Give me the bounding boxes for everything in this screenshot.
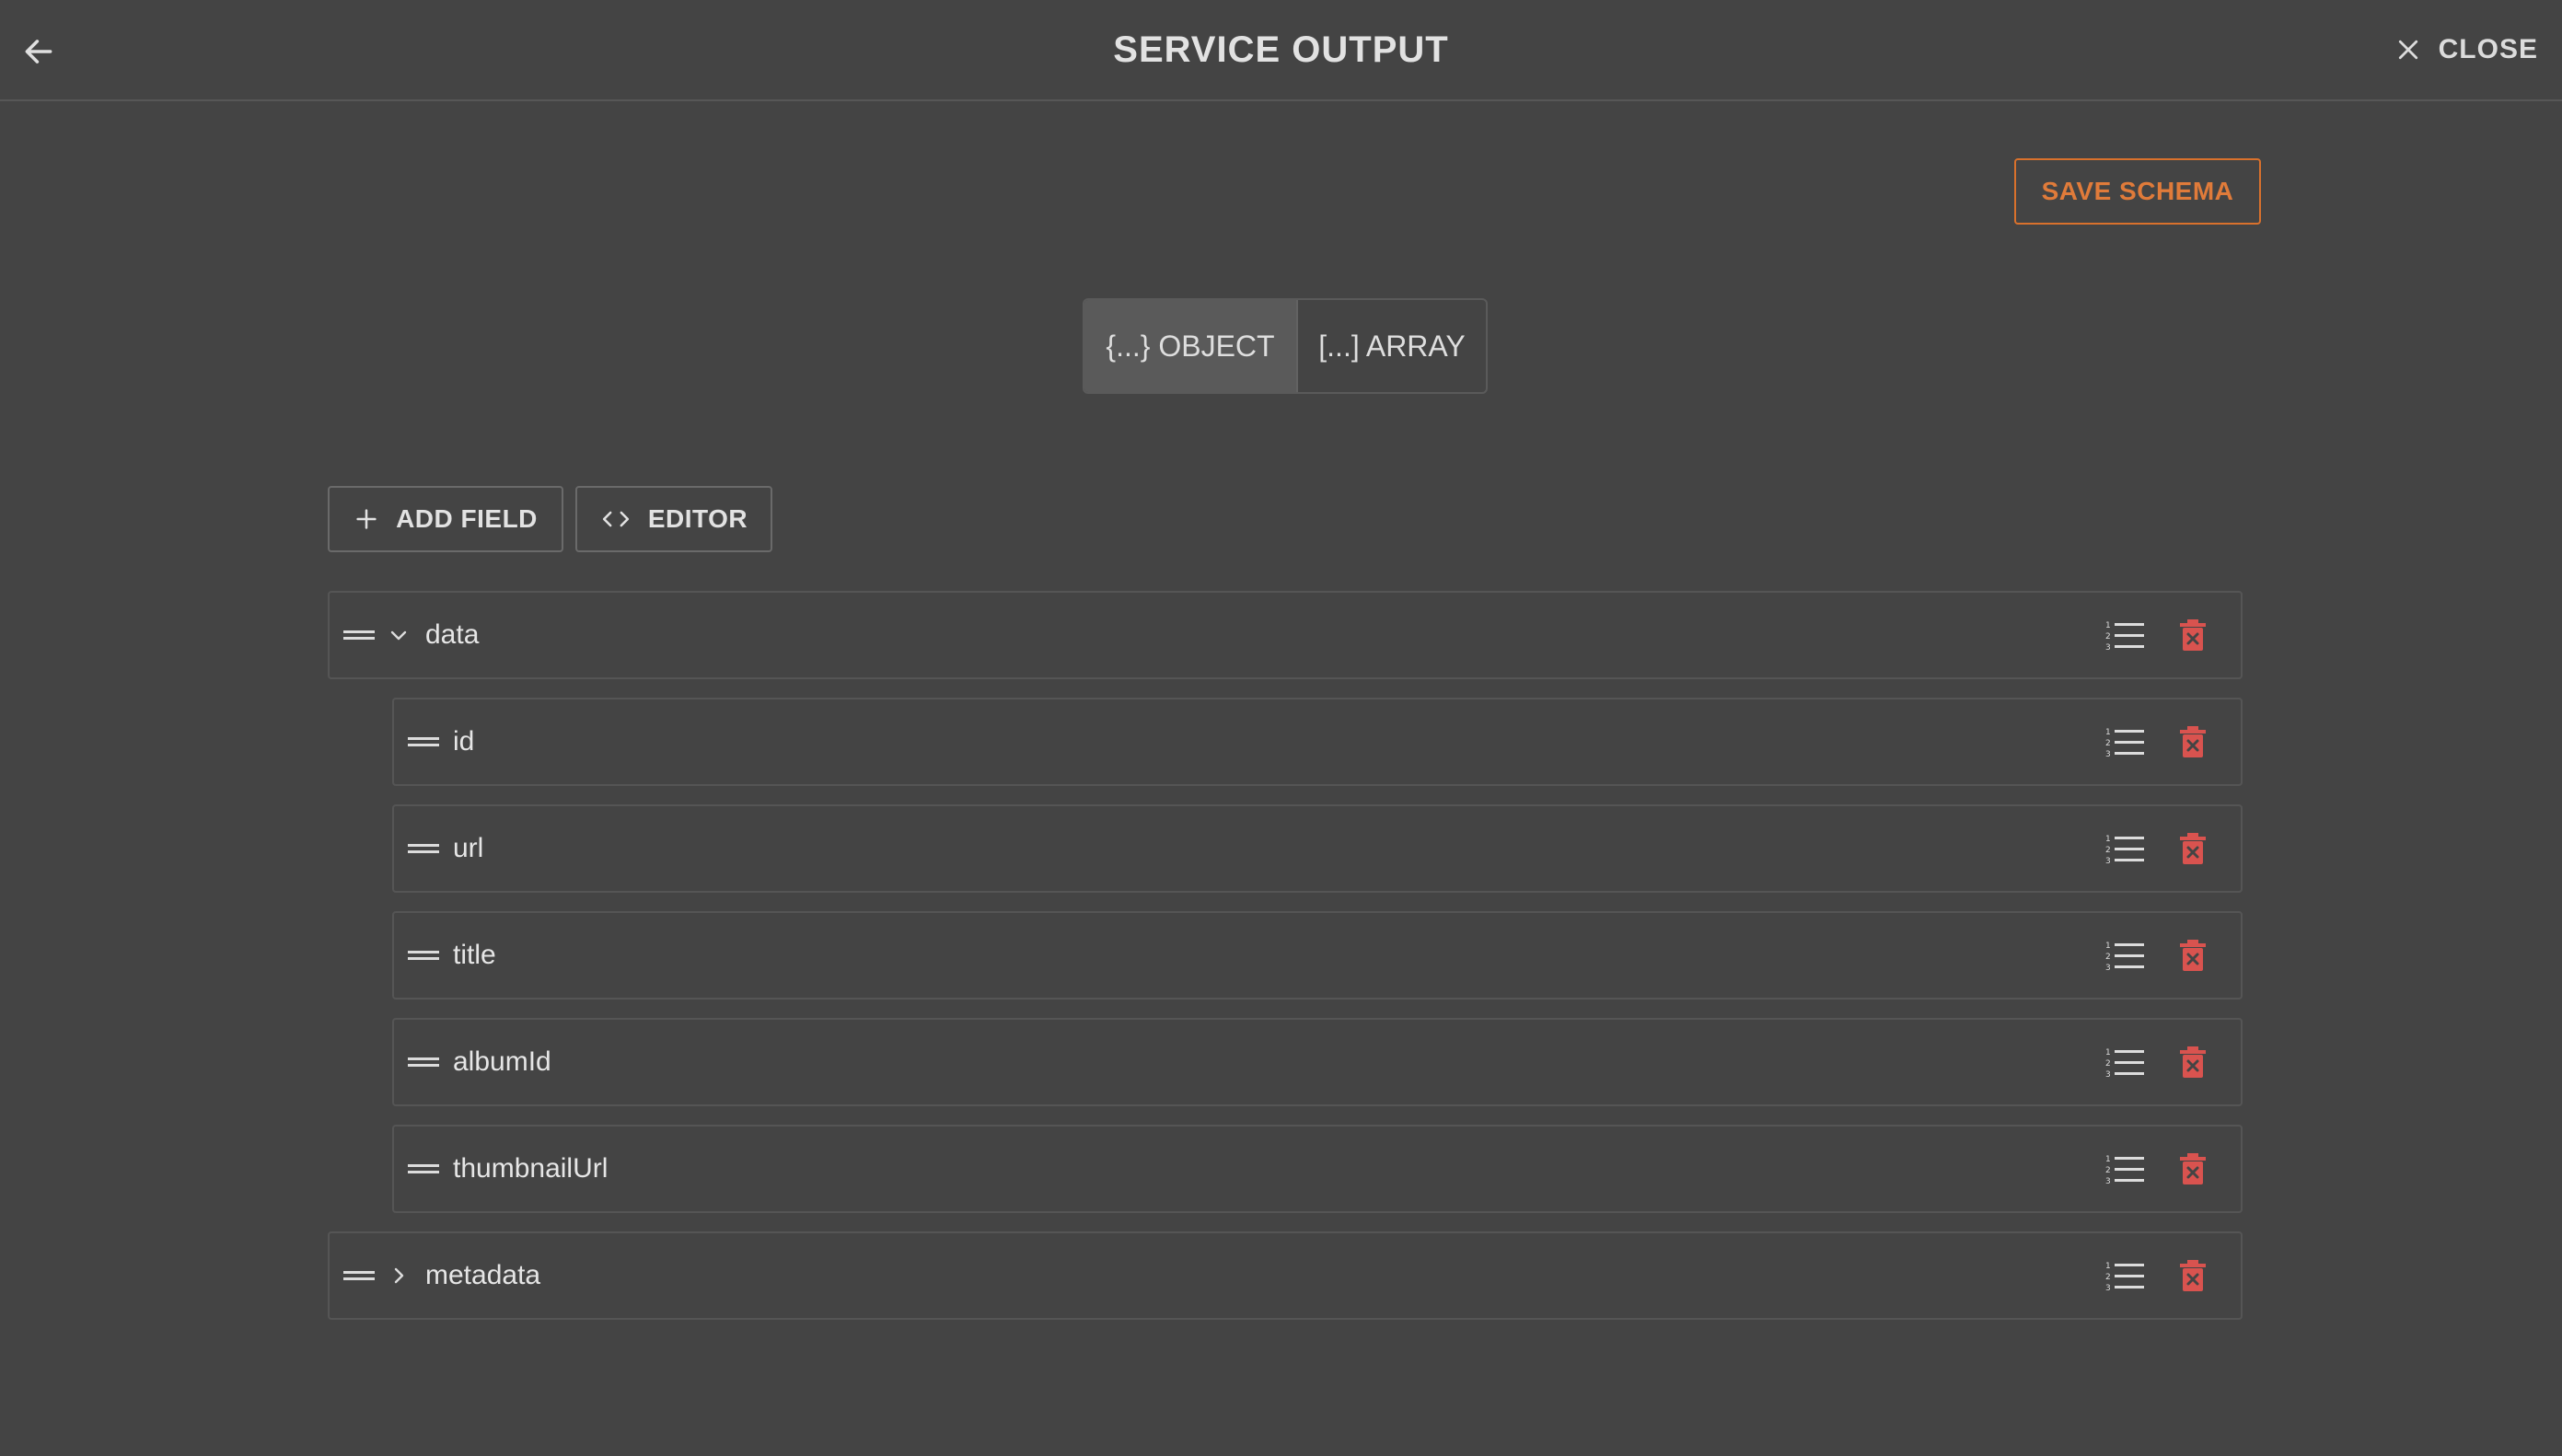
delete-icon[interactable] [2173,722,2213,762]
field-name: title [453,940,496,970]
delete-icon[interactable] [2173,1042,2213,1082]
field-name: thumbnailUrl [453,1153,609,1184]
schema-type-toggle: {...} OBJECT [...] ARRAY [1083,298,1488,394]
drag-handle-icon[interactable] [407,1155,440,1183]
delete-icon[interactable] [2173,615,2213,655]
svg-text:3: 3 [2105,750,2111,758]
row-actions: 1 2 3 [2104,913,2213,998]
drag-handle-icon[interactable] [407,835,440,862]
numbered-list-icon[interactable]: 1 2 3 [2104,828,2145,869]
numbered-list-icon[interactable]: 1 2 3 [2104,1042,2145,1082]
page-title: SERVICE OUTPUT [1113,29,1449,70]
chevron-right-icon[interactable] [385,1262,412,1289]
toggle-array[interactable]: [...] ARRAY [1298,300,1486,392]
drag-handle-icon[interactable] [407,728,440,756]
field-name: albumId [453,1046,551,1077]
field-row-url[interactable]: url 1 2 3 [392,804,2243,893]
add-field-label: ADD FIELD [396,504,538,533]
drag-handle-icon[interactable] [342,1262,376,1289]
svg-text:2: 2 [2105,1273,2111,1282]
field-row-data[interactable]: data 1 2 3 [328,591,2243,679]
field-name: metadata [425,1260,541,1290]
row-actions: 1 2 3 [2104,1127,2213,1211]
svg-text:1: 1 [2105,835,2111,844]
back-button[interactable] [17,29,61,74]
svg-text:1: 1 [2105,1048,2111,1057]
svg-text:3: 3 [2105,857,2111,865]
field-row-id[interactable]: id 1 2 3 [392,698,2243,786]
delete-icon[interactable] [2173,935,2213,976]
field-row-metadata[interactable]: metadata 1 2 3 [328,1231,2243,1320]
chevron-down-icon[interactable] [385,621,412,649]
svg-text:1: 1 [2105,1262,2111,1271]
svg-text:3: 3 [2105,643,2111,652]
numbered-list-icon[interactable]: 1 2 3 [2104,935,2145,976]
delete-icon[interactable] [2173,828,2213,869]
row-actions: 1 2 3 [2104,699,2213,784]
field-name: url [453,833,484,863]
numbered-list-icon[interactable]: 1 2 3 [2104,722,2145,762]
svg-text:1: 1 [2105,942,2111,951]
drag-handle-icon[interactable] [407,942,440,969]
row-actions: 1 2 3 [2104,593,2213,677]
numbered-list-icon[interactable]: 1 2 3 [2104,1149,2145,1189]
arrow-left-icon [25,40,52,64]
field-name: id [453,726,475,757]
svg-text:1: 1 [2105,621,2111,630]
save-schema-button[interactable]: SAVE SCHEMA [2014,158,2261,225]
close-icon [2398,40,2417,60]
svg-text:3: 3 [2105,964,2111,972]
header-bar: SERVICE OUTPUT CLOSE [0,0,2562,101]
svg-text:2: 2 [2105,632,2111,641]
toggle-object[interactable]: {...} OBJECT [1084,300,1298,392]
code-icon [602,511,629,527]
row-actions: 1 2 3 [2104,1233,2213,1318]
svg-text:3: 3 [2105,1284,2111,1292]
add-field-button[interactable]: ADD FIELD [328,486,563,552]
field-row-title[interactable]: title 1 2 3 [392,911,2243,1000]
svg-text:1: 1 [2105,1155,2111,1164]
plus-icon [356,509,377,529]
app-window: SERVICE OUTPUT CLOSE SAVE SCHEMA {...} O… [0,0,2562,1456]
drag-handle-icon[interactable] [407,1048,440,1076]
svg-text:3: 3 [2105,1070,2111,1079]
svg-text:2: 2 [2105,739,2111,748]
numbered-list-icon[interactable]: 1 2 3 [2104,1255,2145,1296]
svg-text:1: 1 [2105,728,2111,737]
editor-button[interactable]: EDITOR [575,486,772,552]
row-actions: 1 2 3 [2104,806,2213,891]
editor-label: EDITOR [647,504,748,533]
svg-text:2: 2 [2105,1059,2111,1069]
field-row-albumid[interactable]: albumId 1 2 3 [392,1018,2243,1106]
svg-text:3: 3 [2105,1177,2111,1185]
drag-handle-icon[interactable] [342,621,376,649]
row-actions: 1 2 3 [2104,1020,2213,1104]
close-button[interactable]: CLOSE [2394,28,2538,72]
field-row-thumbnailurl[interactable]: thumbnailUrl 1 2 3 [392,1125,2243,1213]
close-label: CLOSE [2438,34,2538,64]
svg-text:2: 2 [2105,953,2111,962]
delete-icon[interactable] [2173,1255,2213,1296]
svg-text:2: 2 [2105,846,2111,855]
delete-icon[interactable] [2173,1149,2213,1189]
field-name: data [425,619,480,650]
numbered-list-icon[interactable]: 1 2 3 [2104,615,2145,655]
svg-text:2: 2 [2105,1166,2111,1175]
